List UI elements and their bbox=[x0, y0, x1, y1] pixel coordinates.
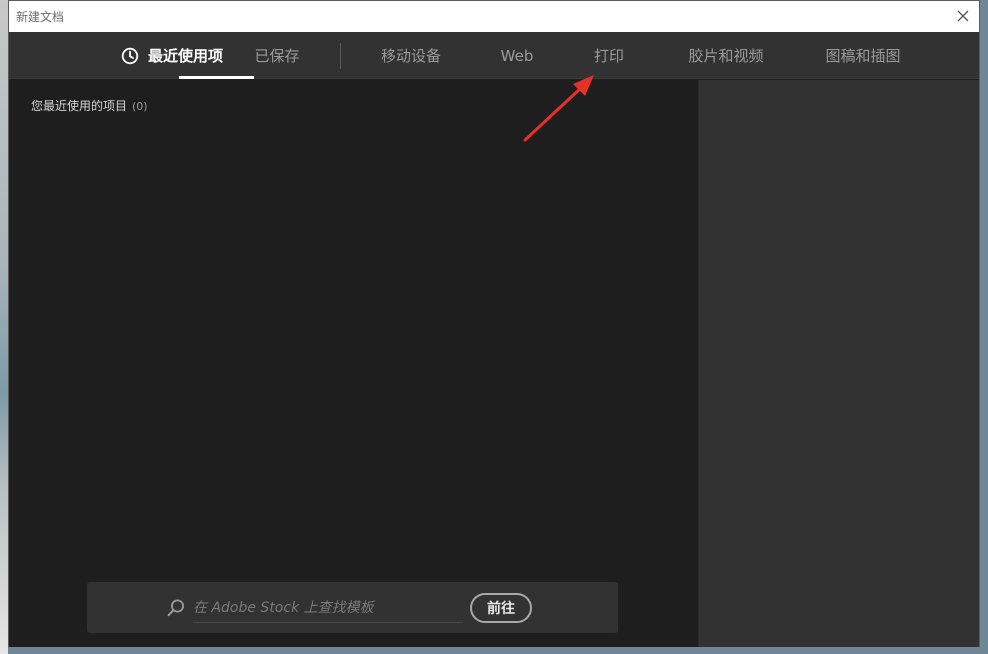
category-tabs: 最近使用项 已保存 移动设备 Web 打印 胶片和视频 图稿和插图 bbox=[9, 32, 979, 79]
window-title: 新建文档 bbox=[16, 10, 65, 24]
tab-print-label: 打印 bbox=[593, 47, 624, 65]
tab-print[interactable]: 打印 bbox=[583, 32, 635, 79]
tab-art-illustration[interactable]: 图稿和插图 bbox=[813, 32, 913, 79]
tab-art-illustration-label: 图稿和插图 bbox=[825, 47, 901, 65]
stock-search-input[interactable] bbox=[193, 593, 463, 623]
tab-saved[interactable]: 已保存 bbox=[245, 32, 309, 79]
desktop-background bbox=[0, 0, 8, 654]
title-bar: 新建文档 bbox=[9, 1, 979, 32]
new-document-dialog: 新建文档 最近使用项 已保存 移动设备 Web 打印 胶片和视频 图稿和插图 您… bbox=[8, 0, 980, 647]
recent-items-count: (0) bbox=[132, 100, 148, 113]
tab-film-video-label: 胶片和视频 bbox=[688, 47, 764, 65]
recent-items-title: 您最近使用的项目 bbox=[31, 99, 128, 113]
clock-icon bbox=[121, 47, 139, 65]
tab-film-video[interactable]: 胶片和视频 bbox=[675, 32, 777, 79]
search-icon bbox=[167, 599, 184, 617]
recent-items-area: 您最近使用的项目 (0) 前往 bbox=[9, 80, 698, 647]
tab-saved-label: 已保存 bbox=[254, 47, 300, 65]
stock-search-bar: 前往 bbox=[87, 582, 618, 633]
tab-recent-label: 最近使用项 bbox=[147, 47, 223, 65]
tab-mobile[interactable]: 移动设备 bbox=[371, 32, 451, 79]
active-tab-indicator bbox=[179, 76, 254, 79]
tab-divider bbox=[340, 43, 341, 69]
preset-details-panel bbox=[698, 80, 979, 647]
recent-items-heading: 您最近使用的项目 (0) bbox=[31, 97, 148, 114]
close-button[interactable] bbox=[951, 4, 975, 28]
tab-web[interactable]: Web bbox=[493, 32, 541, 79]
tab-web-label: Web bbox=[500, 46, 534, 65]
tab-mobile-label: 移动设备 bbox=[380, 47, 441, 65]
close-icon bbox=[957, 10, 969, 22]
tab-recent[interactable]: 最近使用项 bbox=[90, 32, 254, 79]
go-button[interactable]: 前往 bbox=[470, 593, 532, 623]
